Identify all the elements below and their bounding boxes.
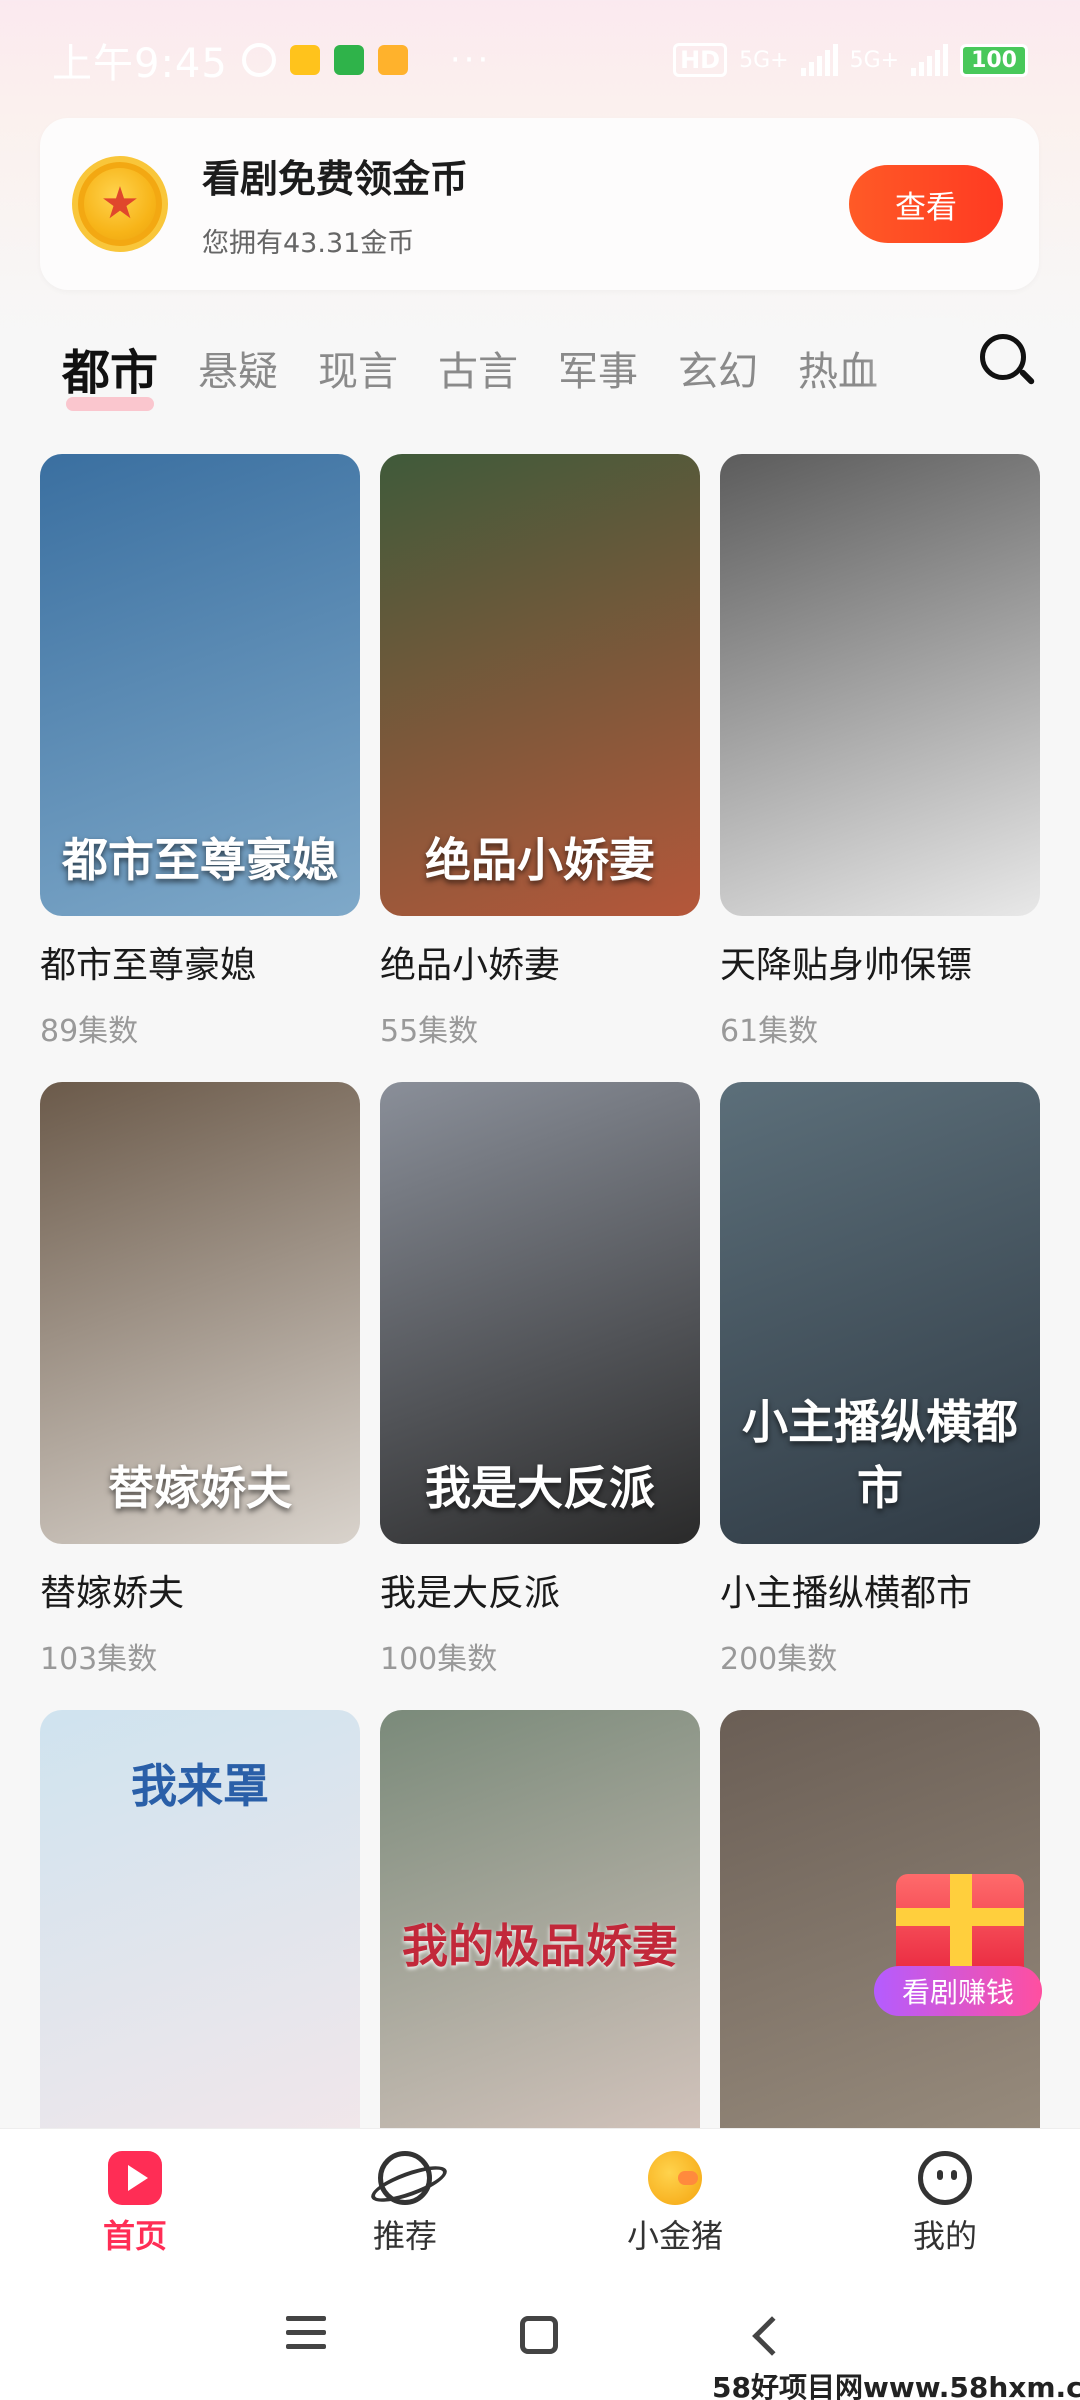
status-bar: 上午9:45 ··· HD 5G+ 5G+ 100 — [0, 0, 1080, 120]
nav-recommend[interactable]: 推荐 — [270, 2129, 540, 2264]
tab-military[interactable]: 军事 — [558, 339, 638, 397]
coin-balance: 您拥有43.31金币 — [202, 228, 415, 259]
drama-title: 我是大反派 — [380, 1573, 561, 1614]
poster-title: 我是大反派 — [425, 1461, 655, 1515]
signal-icon — [911, 44, 949, 76]
alarm-icon — [241, 43, 276, 77]
tab-fantasy[interactable]: 玄幻 — [678, 339, 758, 397]
nav-label: 我的 — [912, 2217, 977, 2255]
drama-poster[interactable]: 绝品小娇妻 — [380, 454, 700, 916]
drama-card[interactable]: 我的极品娇妻 — [380, 1710, 700, 2172]
drama-poster[interactable]: 我的极品娇妻 — [380, 1710, 700, 2172]
meituan-app-icon — [289, 45, 320, 75]
episode-count: 103集数 — [40, 1642, 158, 1677]
drama-poster[interactable]: 替嫁娇夫 — [40, 1082, 360, 1544]
drama-title: 绝品小娇妻 — [380, 945, 561, 986]
nav-piggy[interactable]: 小金猪 — [540, 2129, 810, 2264]
play-icon — [108, 2151, 162, 2205]
drama-card[interactable]: 都市至尊豪媳 都市至尊豪媳 89集数 — [40, 454, 360, 1050]
drama-card[interactable]: 我来罩 — [40, 1710, 360, 2172]
poster-title: 都市至尊豪媳 — [62, 833, 338, 887]
tab-urban[interactable]: 都市 — [62, 333, 158, 411]
nav-mine[interactable]: 我的 — [810, 2129, 1080, 2264]
home-icon[interactable] — [520, 2316, 558, 2354]
poster-title: 我来罩 — [131, 1759, 269, 1813]
drama-card[interactable]: 天降贴身帅保镖 61集数 — [720, 454, 1040, 1050]
download-icon — [333, 45, 364, 75]
tab-fade-mask — [860, 318, 960, 418]
bottom-tab-bar: 首页 推荐 小金猪 我的 — [0, 2128, 1080, 2264]
message-icon — [377, 45, 408, 75]
coin-banner-title: 看剧免费领金币 — [202, 157, 469, 201]
drama-poster[interactable]: 小主播纵横都市 — [720, 1082, 1040, 1544]
poster-title: 绝品小娇妻 — [425, 833, 655, 887]
drama-title: 都市至尊豪媳 — [40, 945, 257, 986]
nav-label: 推荐 — [372, 2217, 437, 2255]
signal-icon — [800, 44, 838, 76]
gift-label: 看剧赚钱 — [874, 1966, 1042, 2016]
view-coins-button[interactable]: 查看 — [849, 165, 1003, 243]
piggy-icon — [648, 2151, 702, 2205]
episode-count: 89集数 — [40, 1014, 139, 1049]
search-icon[interactable] — [976, 330, 1038, 392]
coin-star-icon: ★ — [72, 156, 168, 252]
nav-home[interactable]: 首页 — [0, 2129, 270, 2264]
drama-poster[interactable]: 我是大反派 — [380, 1082, 700, 1544]
network-label-1: 5G+ — [739, 47, 789, 73]
drama-poster[interactable]: 都市至尊豪媳 — [40, 454, 360, 916]
drama-poster[interactable] — [720, 454, 1040, 916]
tab-ancient-romance[interactable]: 古言 — [438, 339, 518, 397]
watch-earn-gift-button[interactable]: 看剧赚钱 — [874, 1868, 1044, 2018]
episode-count: 55集数 — [380, 1014, 479, 1049]
drama-card[interactable]: 小主播纵横都市 小主播纵横都市 200集数 — [720, 1082, 1040, 1678]
poster-title: 替嫁娇夫 — [108, 1461, 292, 1515]
coin-text: 看剧免费领金币 您拥有43.31金币 — [202, 148, 468, 260]
nav-label: 首页 — [102, 2217, 167, 2255]
watermark: 58好项目网www.58hxm.com — [712, 2366, 1080, 2400]
planet-icon — [378, 2151, 432, 2205]
status-notification-icons: ··· — [241, 40, 492, 80]
episode-count: 100集数 — [380, 1642, 498, 1677]
tab-suspense[interactable]: 悬疑 — [198, 339, 278, 397]
drama-card[interactable]: 绝品小娇妻 绝品小娇妻 55集数 — [380, 454, 700, 1050]
status-right: HD 5G+ 5G+ 100 — [673, 43, 1028, 77]
tab-modern-romance[interactable]: 现言 — [318, 339, 398, 397]
drama-card[interactable]: 替嫁娇夫 替嫁娇夫 103集数 — [40, 1082, 360, 1678]
drama-title: 小主播纵横都市 — [720, 1573, 973, 1614]
poster-title: 小主播纵横都市 — [742, 1395, 1018, 1515]
drama-card[interactable]: 我是大反派 我是大反派 100集数 — [380, 1082, 700, 1678]
drama-title: 天降贴身帅保镖 — [720, 945, 973, 986]
smiley-icon — [918, 2151, 972, 2205]
poster-title: 我的极品娇妻 — [402, 1919, 678, 1973]
episode-count: 61集数 — [720, 1014, 819, 1049]
coin-reward-banner[interactable]: ★ 看剧免费领金币 您拥有43.31金币 查看 — [40, 118, 1039, 290]
network-label-2: 5G+ — [849, 47, 900, 73]
battery-icon: 100 — [960, 43, 1028, 77]
drama-title: 替嫁娇夫 — [40, 1573, 185, 1614]
nav-label: 小金猪 — [626, 2217, 723, 2255]
more-notifications-icon: ··· — [449, 40, 492, 80]
drama-poster[interactable]: 我来罩 — [40, 1710, 360, 2172]
status-time: 上午9:45 — [52, 41, 228, 87]
episode-count: 200集数 — [720, 1642, 838, 1677]
menu-icon[interactable] — [286, 2316, 326, 2350]
hd-icon: HD — [673, 43, 728, 77]
